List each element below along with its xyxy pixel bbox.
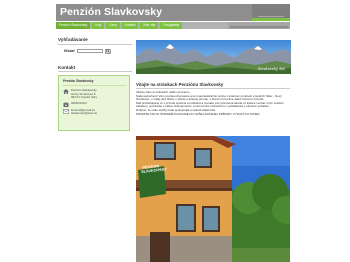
magnifier-icon [106,49,110,53]
search-label: Hľadať [64,49,75,53]
page-title: Vitajte na stránkach Penziónu Slavkovsky [136,82,290,89]
email-link-2[interactable]: slavkovsky@azet.sk [71,112,97,116]
site-title[interactable]: Penzión Slavkovsky [60,6,162,18]
search-button[interactable] [104,48,111,54]
contact-emails: kiera.hd@email.sk slavkovsky@azet.sk [71,108,97,116]
nav-item-rooms[interactable]: Izby [92,22,105,29]
nav-item-contact[interactable]: Kontakt [121,22,139,29]
paragraph-5: PRIJMITE TAKTO ÚPRIMNÉ POZVANIE DO NAŠEJ… [136,111,260,116]
contact-phone-row: 0905/23/211 [63,100,126,107]
sidebar: Vyhľadávanie Hľadať Kontakt Penzión Slav… [58,37,132,131]
contact-address-row: Penzión Slavkovsky Horný Smokovec 8 062 … [63,88,126,100]
contact-heading: Kontakt [58,65,132,72]
welcome-text: Vitame Vás na stránkach našho penziónu. … [136,90,290,116]
nav-item-gallery[interactable]: Fotogaléria [160,22,183,29]
contact-box: Penzión Slavkovsky Penzión Slavkovsky Ho… [58,75,130,131]
main-nav: Penzión Slavkovsky Izby Ceny Kontakt Kde… [56,22,290,29]
envelope-icon [63,109,69,114]
contact-name: Penzión Slavkovsky [63,79,126,86]
search-form: Hľadať [64,48,132,54]
contact-phone: 0905/23/211 [71,100,87,105]
banner-caption: Slavkovský štít [257,67,285,71]
nav-item-home[interactable]: Penzión Slavkovsky [56,22,91,29]
house-icon [63,89,69,94]
site-header: Penzión Slavkovsky [56,4,290,21]
contact-address: Penzión Slavkovsky Horný Smokovec 8 062 … [71,88,98,100]
search-heading: Vyhľadávanie [58,37,132,45]
address-line-3: 062 01 Vysoké Tatry [71,95,98,100]
phone-icon [63,102,69,107]
nav-filler [228,22,290,29]
nav-item-prices[interactable]: Ceny [106,22,120,29]
pension-photo: PENZION SLAVKOVSKY [136,136,290,262]
contact-email-row: kiera.hd@email.sk slavkovsky@azet.sk [63,108,126,116]
main-content: Vitajte na stránkach Penziónu Slavkovsky… [136,82,290,116]
building-photo-image [136,136,290,262]
search-input[interactable] [76,49,103,53]
header-accent-strip [252,4,290,21]
mountain-banner: Slavkovský štít [136,40,291,74]
nav-item-location[interactable]: Kde nás [140,22,159,29]
